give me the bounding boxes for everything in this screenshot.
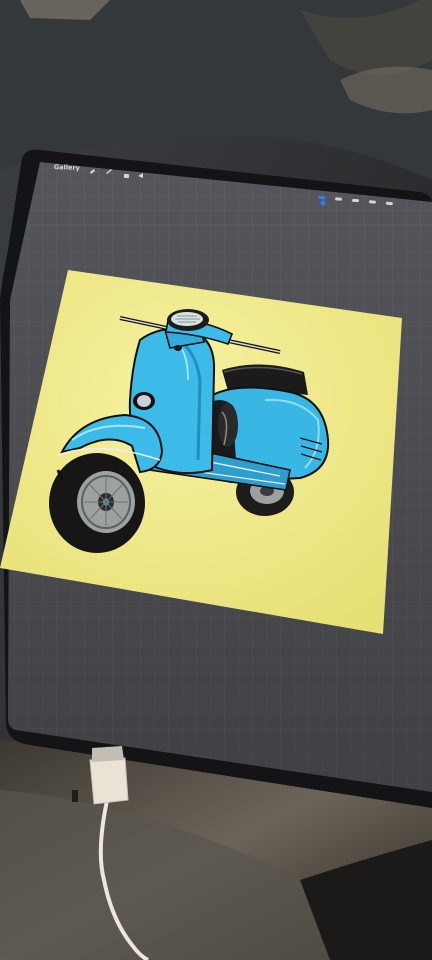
layers-tool[interactable] xyxy=(368,200,377,204)
smudge-tool[interactable] xyxy=(334,197,343,201)
brush-tool[interactable] xyxy=(318,195,326,200)
procreate-top-toolbar: Gallery xyxy=(54,163,80,172)
eraser-tool[interactable] xyxy=(351,198,360,203)
selection-icon xyxy=(123,173,130,179)
color-tool[interactable] xyxy=(385,201,393,206)
brush-icon xyxy=(320,200,326,206)
gallery-button[interactable]: Gallery xyxy=(54,163,80,172)
photo-scene xyxy=(0,0,432,960)
